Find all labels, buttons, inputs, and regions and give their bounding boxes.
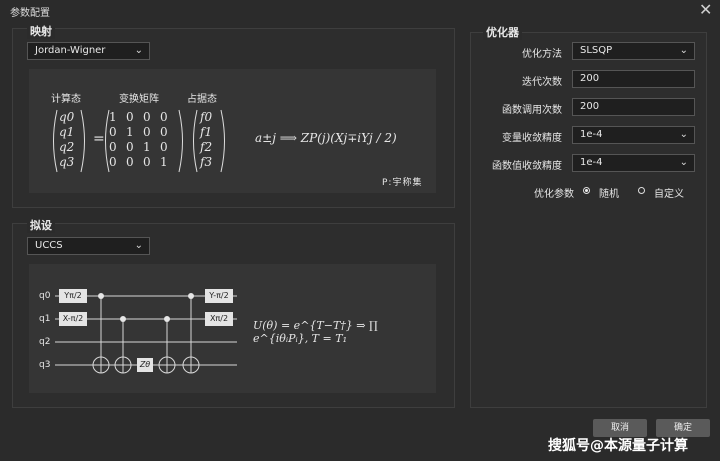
method-select[interactable]: SLSQP ⌄ (572, 42, 695, 60)
method-value: SLSQP (580, 45, 613, 56)
matrix-cell: 0 (143, 125, 151, 139)
optimizer-section (470, 32, 707, 408)
ftol-select[interactable]: 1e-4 ⌄ (572, 154, 695, 172)
matrix-cell: 0 (109, 125, 117, 139)
matrix-cell: 0 (126, 110, 134, 124)
transform-matrix: 1000 0100 0010 0001 (109, 110, 177, 170)
label-occupation-state: 占据态 (187, 94, 217, 105)
matrix-cell: 1 (160, 155, 168, 169)
matrix-cell: 0 (160, 140, 168, 154)
chevron-down-icon: ⌄ (134, 240, 143, 251)
radio-custom[interactable] (638, 187, 645, 194)
mapping-panel: 计算态 变换矩阵 占据态 q0 q1 q2 q3 = 1000 0100 001… (29, 69, 436, 193)
gate-x-pi2: Xπ/2 (209, 314, 229, 323)
params-label: 优化参数 (534, 189, 574, 200)
optimizer-title: 优化器 (483, 24, 522, 40)
chevron-down-icon: ⌄ (679, 129, 688, 140)
label-transform-matrix: 变换矩阵 (119, 94, 159, 105)
field-label-ftol: 函数值收敛精度 (492, 161, 562, 172)
ftol-value: 1e-4 (580, 157, 603, 168)
matrix-cell: 1 (126, 125, 134, 139)
control-dot (120, 316, 126, 322)
field-label-xtol: 变量收敛精度 (502, 133, 562, 144)
f-entry: f3 (200, 155, 213, 169)
ansatz-select-value: UCCS (35, 240, 63, 251)
close-icon[interactable]: ✕ (699, 0, 712, 19)
matrix-cell: 1 (109, 110, 117, 124)
mapping-select[interactable]: Jordan-Wigner ⌄ (27, 42, 150, 60)
ansatz-panel: q0 q1 q2 q3 Yπ/2 X-π/2 Zθ Y-π/2 Xπ/2 U(θ… (29, 264, 436, 393)
f-vector-entries: f0 f1 f2 f3 (200, 110, 212, 170)
control-dot (188, 293, 194, 299)
matrix-cell: 1 (143, 140, 151, 154)
matrix-cell: 0 (143, 155, 151, 169)
mapping-title: 映射 (27, 23, 55, 39)
watermark: 搜狐号@本源量子计算 (548, 438, 688, 454)
window-title: 参数配置 (10, 8, 50, 19)
ansatz-select[interactable]: UCCS ⌄ (27, 237, 150, 255)
f-entry: f1 (200, 125, 213, 139)
f-entry: f0 (200, 110, 213, 124)
chevron-down-icon: ⌄ (134, 45, 143, 56)
xtol-select[interactable]: 1e-4 ⌄ (572, 126, 695, 144)
q-entry: q1 (59, 125, 75, 139)
gate-z-theta: Zθ (139, 360, 151, 369)
control-dot (98, 293, 104, 299)
q-entry: q0 (59, 110, 75, 124)
f-entry: f2 (200, 140, 213, 154)
ansatz-title: 拟设 (27, 217, 55, 233)
control-dot (164, 316, 170, 322)
field-label-method: 优化方法 (522, 49, 562, 60)
xtol-value: 1e-4 (580, 129, 603, 140)
q-entry: q3 (59, 155, 75, 169)
title-bar (0, 0, 720, 20)
mapping-select-value: Jordan-Wigner (35, 45, 106, 56)
matrix-cell: 0 (109, 140, 117, 154)
function-calls-input[interactable]: 200 (572, 98, 695, 116)
chevron-down-icon: ⌄ (679, 157, 688, 168)
chevron-down-icon: ⌄ (679, 45, 688, 56)
gate-y-pi2: Yπ/2 (64, 291, 82, 300)
gate-x-neg-pi2: X-π/2 (62, 314, 84, 323)
parity-note: P:宇称集 (382, 178, 423, 188)
matrix-cell: 0 (143, 110, 151, 124)
q-vector-entries: q0 q1 q2 q3 (59, 110, 74, 170)
matrix-cell: 0 (109, 155, 117, 169)
gate-y-neg-pi2: Y-π/2 (209, 291, 229, 300)
field-label-iterations: 迭代次数 (522, 77, 562, 88)
q-entry: q2 (59, 140, 75, 154)
jw-formula: a±j ⟹ ZP(j)(Xj∓iYj / 2) (255, 131, 397, 145)
ucc-formula: U(θ) = e^{T−T†} ⇒ ∏ e^{iθᵢPᵢ}, T = T₁ (253, 319, 378, 345)
matrix-cell: 0 (126, 140, 134, 154)
matrix-cell: 0 (126, 155, 134, 169)
radio-random-label: 随机 (599, 189, 619, 200)
radio-custom-label: 自定义 (654, 189, 684, 200)
quantum-circuit (55, 289, 237, 374)
radio-random[interactable] (583, 187, 590, 194)
label-computational-state: 计算态 (51, 94, 81, 105)
iterations-input[interactable]: 200 (572, 70, 695, 88)
field-label-fcalls: 函数调用次数 (502, 105, 562, 116)
matrix-cell: 0 (160, 110, 168, 124)
matrix-cell: 0 (160, 125, 168, 139)
